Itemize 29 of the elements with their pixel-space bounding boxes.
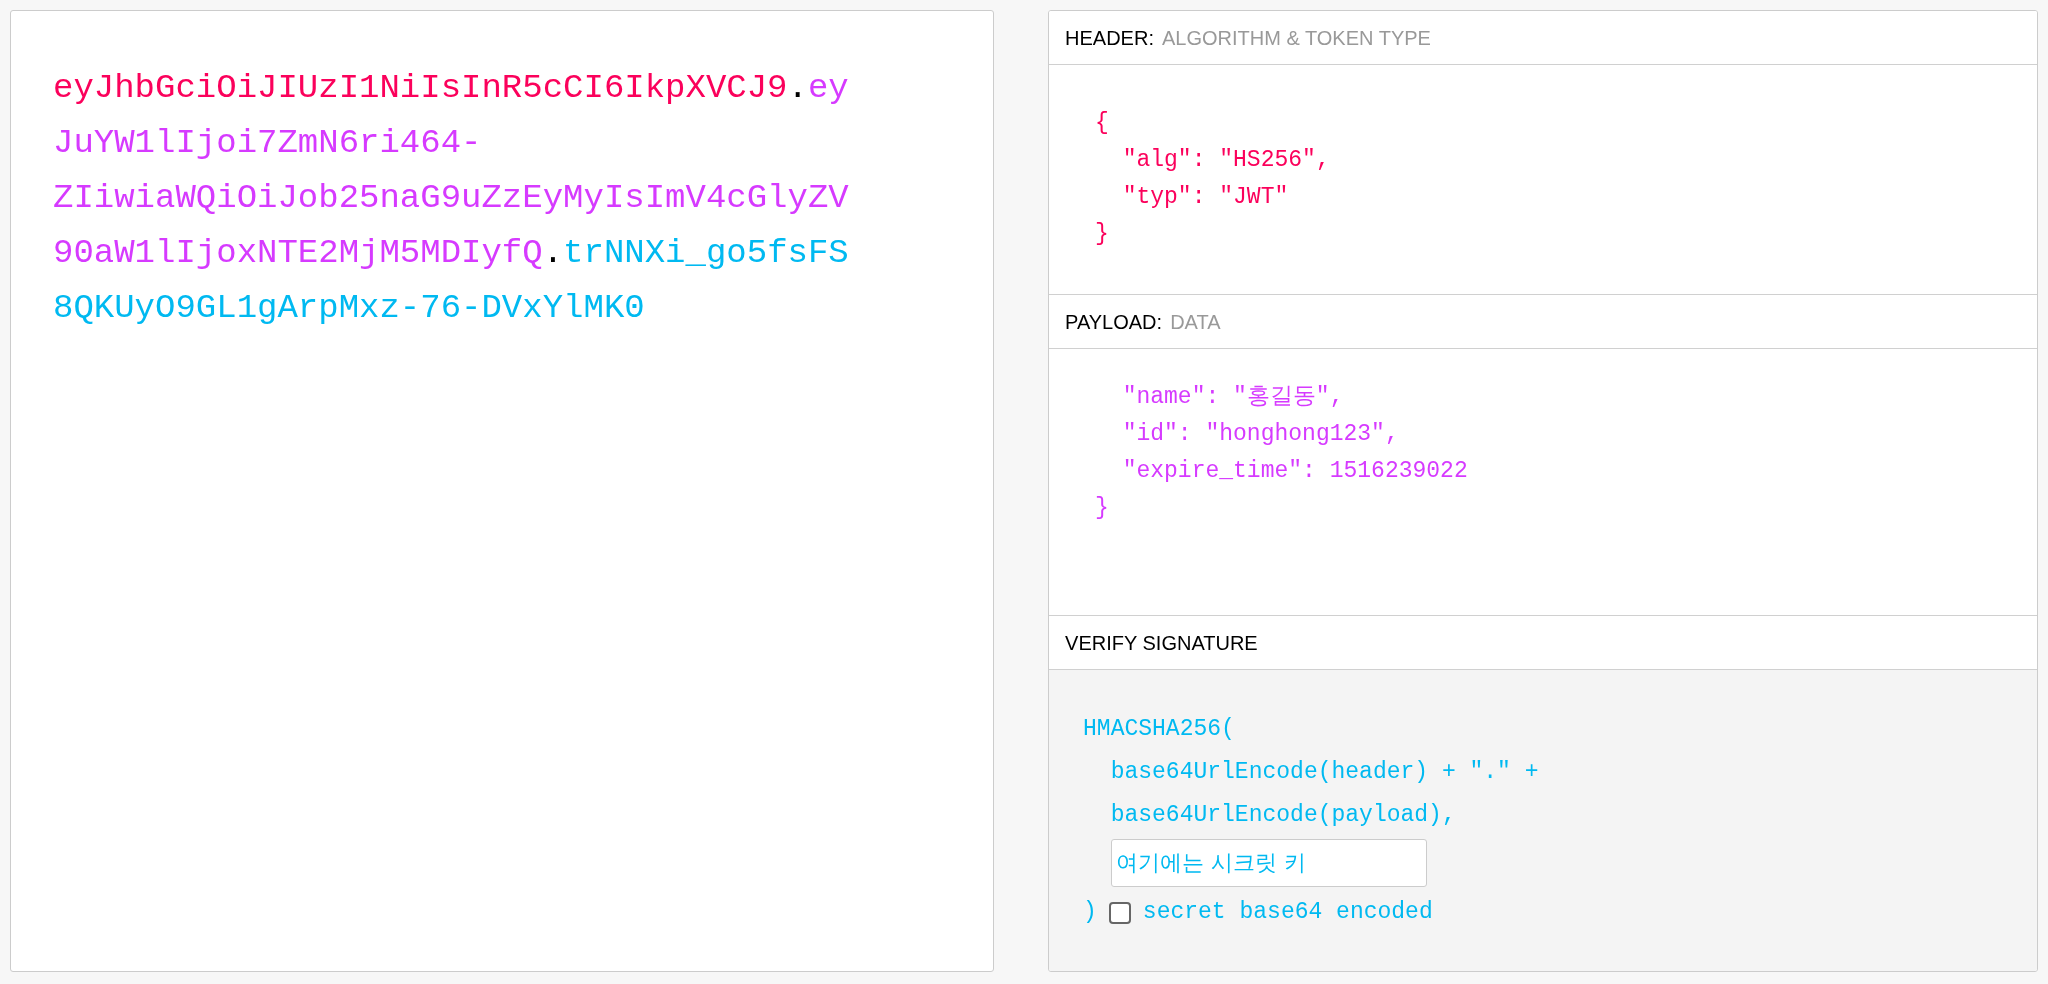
- token-separator: .: [542, 234, 564, 272]
- token-payload-text: ey: [807, 69, 849, 107]
- json-line: }: [1095, 220, 1109, 249]
- json-line: "alg": "HS256",: [1121, 146, 1330, 175]
- json-line: "expire_time": 1516239022: [1121, 457, 1468, 486]
- section-title: PAYLOAD:: [1065, 309, 1163, 335]
- token-signature-text: 8QKUyO9GL1gArpMxz-76-DVxYlMK0: [53, 289, 645, 327]
- json-line: {: [1095, 109, 1109, 138]
- checkbox-label: secret base64 encoded: [1142, 898, 1433, 927]
- token-payload-text: JuYW1lIjoi7ZmN6ri464-: [53, 124, 482, 162]
- token-payload-text: 90aW1lIjoxNTE2MjM5MDIyfQ: [53, 234, 543, 272]
- token-payload-text: ZIiwiaWQiOiJob25naG9uZzEyMyIsImV4cGlyZV: [53, 179, 849, 217]
- section-title: HEADER:: [1065, 25, 1154, 51]
- token-signature-text: trNNXi_go5fsFS: [563, 234, 849, 272]
- section-subtitle: DATA: [1170, 309, 1221, 335]
- token-header-text: eyJhbGciOiJIUzI1NiIsInR5cCI6IkpXVCJ9: [53, 69, 788, 107]
- section-subtitle: ALGORITHM & TOKEN TYPE: [1161, 25, 1431, 51]
- closing-paren: ): [1083, 898, 1097, 927]
- json-line: "id": "honghong123",: [1121, 420, 1399, 449]
- code-line: base64UrlEncode(header) + "." +: [1109, 758, 1539, 787]
- json-line: }: [1095, 494, 1109, 523]
- token-separator: .: [787, 69, 808, 107]
- json-line: "typ": "JWT": [1121, 183, 1289, 212]
- json-line: "name": "홍길동",: [1121, 383, 1344, 412]
- section-title: VERIFY SIGNATURE: [1065, 630, 1258, 656]
- checkbox[interactable]: [1108, 901, 1131, 924]
- code-line: base64UrlEncode(payload),: [1109, 801, 1456, 830]
- code-line: HMACSHA256(: [1083, 715, 1235, 744]
- secret-input-field[interactable]: 여기에는 시크릿 키: [1111, 839, 1428, 887]
